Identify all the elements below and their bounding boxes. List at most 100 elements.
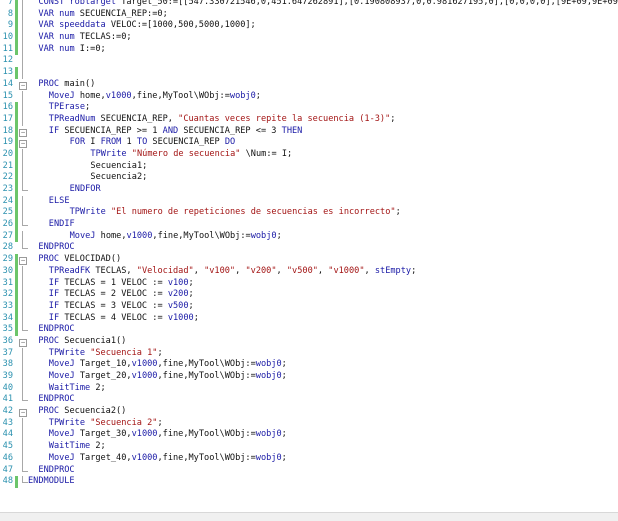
code-line[interactable]: 48 ENDMODULE <box>0 476 618 488</box>
line-number: 7 <box>7 0 13 7</box>
code-line[interactable]: 31 IF TECLAS = 1 VELOC := v100; <box>0 277 618 290</box>
code-line[interactable]: 45 WaitTime 2; <box>0 441 618 453</box>
code-token: TECLAS = 4 VELOC := <box>64 312 168 323</box>
code-token: MoveJ <box>48 90 80 101</box>
line-number: 9 <box>7 20 13 31</box>
code-token: ,fine,MyTool\WObj:= <box>152 230 251 241</box>
fold-guide <box>22 230 23 243</box>
code-line[interactable]: 33 IF TECLAS = 3 VELOC := v500; <box>0 300 618 313</box>
code-text: ENDPROC <box>38 324 74 336</box>
fold-toggle-icon[interactable]: − <box>19 81 27 90</box>
fold-toggle-icon[interactable]: − <box>19 338 27 347</box>
change-marker <box>15 91 18 103</box>
code-line[interactable]: 34 IF TECLAS = 4 VELOC := v1000; <box>0 312 618 325</box>
code-token: "Secuencia 2" <box>90 417 158 428</box>
code-line[interactable]: 19− FOR I FROM 1 TO SECUENCIA_REP DO <box>0 137 618 149</box>
code-token: Secuencia1() <box>64 335 127 346</box>
code-token: home, <box>79 90 106 101</box>
code-line[interactable]: 16 TPErase; <box>0 102 618 114</box>
code-line[interactable]: 18− IF SECUENCIA_REP >= 1 AND SECUENCIA_R… <box>0 125 618 138</box>
code-token: Target_40, <box>79 452 132 463</box>
change-marker <box>15 102 18 114</box>
code-token: v1000 <box>131 452 158 463</box>
code-token: ENDMODULE <box>28 476 75 487</box>
code-line[interactable]: 23 ENDFOR <box>0 184 618 196</box>
code-token: v1000 <box>126 230 153 241</box>
change-marker <box>15 418 18 430</box>
code-text: IF SECUENCIA_REP >= 1 AND SECUENCIA_REP … <box>49 126 303 138</box>
fold-end-guide <box>22 184 28 191</box>
code-token: IF <box>48 289 65 300</box>
code-token: TPReadNum <box>48 113 101 124</box>
change-marker <box>15 371 18 383</box>
code-line[interactable]: 46 MoveJ Target_40,v1000,fine,MyTool\WObj… <box>0 452 618 465</box>
code-text: IF TECLAS = 2 VELOC := v200; <box>49 289 194 301</box>
code-line[interactable]: 10 VAR num TECLAS:=0; <box>0 32 618 44</box>
code-line[interactable]: 26 ENDIF <box>0 219 618 231</box>
fold-guide <box>22 20 23 33</box>
fold-toggle-icon[interactable]: − <box>19 140 27 149</box>
code-line[interactable]: 44 MoveJ Target_30,v1000,fine,MyTool\WObj… <box>0 429 618 442</box>
change-marker <box>15 79 18 91</box>
fold-guide <box>22 347 23 360</box>
code-line[interactable]: 43 TPWrite "Secuencia 2"; <box>0 417 618 430</box>
code-line[interactable]: 40 WaitTime 2; <box>0 382 618 395</box>
code-token: MoveJ <box>69 230 101 241</box>
code-token: SECUENCIA_REP, <box>100 113 179 124</box>
line-number: 19 <box>2 137 13 148</box>
code-line[interactable]: 15 MoveJ home,v1000,fine,MyTool\WObj:=wob… <box>0 90 618 103</box>
code-line[interactable]: 14− PROC main() <box>0 79 618 91</box>
code-token: THEN <box>281 125 303 136</box>
code-line[interactable]: 8 VAR num SECUENCIA_REP:=0; <box>0 8 618 21</box>
code-line[interactable]: 20 TPWrite "Número de secuencia" \Num:= I… <box>0 148 618 161</box>
fold-toggle-icon[interactable]: − <box>19 409 27 418</box>
code-text: WaitTime 2; <box>49 383 106 395</box>
fold-toggle-icon[interactable]: − <box>19 257 27 266</box>
code-text: ELSE <box>49 196 70 208</box>
code-lines: 7 CONST robtarget Target_50:=[[547.330721… <box>0 0 618 488</box>
fold-toggle-icon[interactable]: − <box>19 128 27 137</box>
code-token: ; <box>281 452 287 463</box>
code-text: PROC VELOCIDAD() <box>38 254 121 266</box>
code-token: Secuencia2() <box>64 406 127 417</box>
code-line[interactable]: 7 CONST robtarget Target_50:=[[547.330721… <box>0 0 618 9</box>
code-line[interactable]: 47 ENDPROC <box>0 464 618 477</box>
change-marker <box>15 289 18 301</box>
code-token: 2; <box>95 382 106 393</box>
code-line[interactable]: 41 ENDPROC <box>0 394 618 406</box>
code-text: TPWrite "Número de secuencia" \Num:= I; <box>90 149 292 161</box>
code-line[interactable]: 37 TPWrite "Secuencia 1"; <box>0 347 618 360</box>
code-line[interactable]: 30 TPReadFK TECLAS, "Velocidad", "v100", … <box>0 265 618 278</box>
code-line[interactable]: 25 TPWrite "El numero de repeticiones de … <box>0 207 618 220</box>
code-line[interactable]: 17 TPReadNum SECUENCIA_REP, "Cuantas vece… <box>0 113 618 126</box>
code-line[interactable]: 9 VAR speeddata VELOC:=[1000,500,5000,100… <box>0 20 618 33</box>
code-line[interactable]: 28 ENDPROC <box>0 242 618 254</box>
code-line[interactable]: 27 MoveJ home,v1000,fine,MyTool\WObj:=wob… <box>0 230 618 243</box>
code-line[interactable]: 39 MoveJ Target_20,v1000,fine,MyTool\WObj… <box>0 371 618 383</box>
code-line[interactable]: 35 ENDPROC <box>0 324 618 336</box>
code-line[interactable]: 13 <box>0 67 618 79</box>
code-token: VAR <box>38 8 60 19</box>
code-line[interactable]: 22 Secuencia2; <box>0 172 618 184</box>
change-marker <box>15 254 18 266</box>
code-line[interactable]: 32 IF TECLAS = 2 VELOC := v200; <box>0 289 618 301</box>
code-line[interactable]: 42− PROC Secuencia2() <box>0 406 618 418</box>
code-line[interactable]: 12 <box>0 55 618 68</box>
code-line[interactable]: 38 MoveJ Target_10,v1000,fine,MyTool\WObj… <box>0 359 618 371</box>
code-line[interactable]: 24 ELSE <box>0 195 618 208</box>
code-line[interactable]: 11 VAR num I:=0; <box>0 43 618 56</box>
code-line[interactable]: 21 Secuencia1; <box>0 160 618 173</box>
code-token: TPReadFK <box>48 265 96 276</box>
code-editor[interactable]: 7 CONST robtarget Target_50:=[[547.330721… <box>0 0 618 521</box>
code-line[interactable]: 36− PROC Secuencia1() <box>0 336 618 348</box>
code-line[interactable]: 29− PROC VELOCIDAD() <box>0 254 618 266</box>
code-token: DO <box>224 137 236 148</box>
change-marker <box>15 476 18 488</box>
code-token: stEmpty <box>374 265 412 276</box>
code-token: \Num:= I; <box>240 148 293 159</box>
code-text: MoveJ home,v1000,fine,MyTool\WObj:=wobj0… <box>49 91 261 103</box>
line-number: 10 <box>2 32 13 43</box>
horizontal-scrollbar[interactable] <box>0 512 618 521</box>
code-text: WaitTime 2; <box>49 441 106 453</box>
code-token: I <box>90 137 101 148</box>
